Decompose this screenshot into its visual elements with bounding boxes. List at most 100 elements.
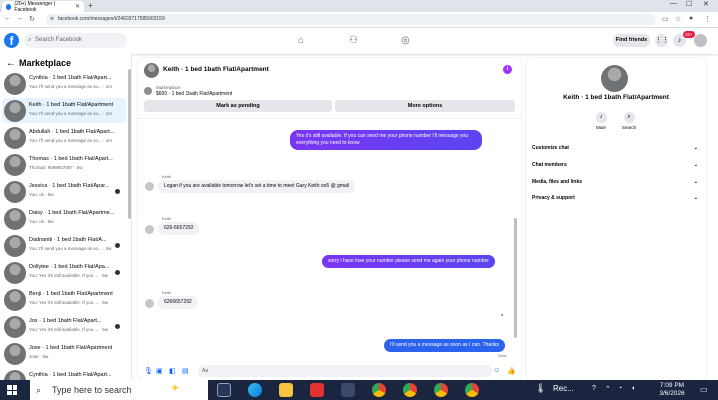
chat-members-section[interactable]: Chat members ⌄	[532, 162, 700, 168]
cast-icon[interactable]: ▭	[662, 15, 669, 23]
chat-row[interactable]: Dadnaniti · 1 bed 1bath Flat/A... You: I'…	[2, 233, 126, 258]
bookmark-star-icon[interactable]: ☆	[675, 15, 681, 23]
browser-tab[interactable]: (20+) Messenger | Facebook ✕	[2, 1, 84, 13]
sender-name: Keith	[162, 290, 172, 295]
wps-office-icon[interactable]	[310, 383, 324, 397]
chat-avatar	[4, 73, 26, 95]
facebook-logo-icon[interactable]: f	[4, 33, 19, 48]
reload-icon[interactable]: ↻	[29, 15, 35, 23]
volume-icon[interactable]: ◖	[631, 385, 635, 392]
menu-icon[interactable]: ⋮	[704, 15, 711, 23]
chrome-icon[interactable]	[372, 383, 386, 397]
chrome-icon[interactable]	[434, 383, 448, 397]
bell-icon: ♪	[595, 112, 607, 123]
mail-icon[interactable]	[341, 383, 355, 397]
gif-icon[interactable]: ▤	[182, 367, 189, 375]
chat-name: Daisy · 1 bed 1bath Flat/Apartme...	[29, 210, 115, 216]
conversation-header: Keith · 1 bed 1bath Flat/Apartment i	[138, 58, 521, 83]
maximize-icon[interactable]: ☐	[686, 0, 692, 8]
more-options-button[interactable]: More options	[335, 100, 515, 112]
conversation-scrollbar[interactable]	[514, 218, 517, 338]
site-info-icon[interactable]: ⊜	[50, 14, 54, 25]
chat-row[interactable]: Jos · 1 bed 1bath Flat/Apart... You: Yes …	[2, 314, 126, 339]
sticker-icon[interactable]: ◧	[169, 367, 176, 375]
outgoing-message[interactable]: I'll send you a message as soon as I can…	[384, 339, 505, 352]
thermometer-icon[interactable]: 🌡	[535, 383, 546, 394]
chat-row[interactable]: Daisy · 1 bed 1bath Flat/Apartme... You: …	[2, 206, 126, 231]
chat-name: Dollytee · 1 bed 1bath Flat/Apa...	[29, 264, 110, 270]
chrome-icon[interactable]	[403, 383, 417, 397]
chat-row[interactable]: Cynthia · 1 bed 1bath Flat/Apart...	[2, 368, 126, 380]
chat-preview: You: ok · 5w	[29, 219, 54, 224]
close-tab-icon[interactable]: ✕	[75, 3, 80, 10]
chat-row[interactable]: Jose · 1 bed 1bath Flat/Apartment Jose · …	[2, 341, 126, 366]
profile-icon[interactable]: ●	[689, 15, 693, 22]
groups-icon[interactable]: ⚇	[349, 35, 358, 46]
chat-row[interactable]: Jessica · 1 bed 1bath Flat/Apar... You: o…	[2, 179, 126, 204]
like-thumb-icon[interactable]: 👍	[507, 367, 516, 375]
sender-avatar	[145, 182, 154, 191]
message-input[interactable]: Aa	[198, 365, 492, 377]
search-icon: ⌕	[36, 385, 42, 395]
help-icon[interactable]: ?	[592, 385, 596, 392]
read-receipt-avatar	[115, 324, 120, 329]
photo-icon[interactable]: ▣	[156, 367, 163, 375]
task-view-icon[interactable]	[217, 383, 231, 397]
chrome-icon[interactable]	[465, 383, 479, 397]
customize-chat-section[interactable]: Customize chat ⌄	[532, 145, 700, 151]
forward-icon[interactable]: →	[16, 15, 23, 22]
facebook-search-input[interactable]: ⌕ Search Facebook	[24, 33, 127, 48]
search-highlight-icon[interactable]: ✦	[170, 381, 180, 395]
emoji-icon[interactable]: ☺	[493, 367, 500, 374]
apps-menu-icon[interactable]: ⋮⋮	[655, 34, 669, 47]
notification-center-icon[interactable]: ▭	[700, 385, 708, 394]
incoming-message[interactable]: Logan if you are available tomorrow let'…	[158, 180, 356, 193]
taskbar-clock[interactable]: 7:09 PM 3/6/2026	[652, 382, 692, 398]
search-conversation-button[interactable]: ⌕ Search	[619, 112, 639, 130]
account-avatar[interactable]	[694, 34, 707, 47]
incoming-message[interactable]: 626-6657292	[158, 222, 200, 235]
windows-start-icon[interactable]	[7, 385, 17, 395]
conversation-avatar[interactable]	[144, 63, 159, 78]
contact-avatar[interactable]	[601, 65, 628, 92]
chat-row[interactable]: Dollytee · 1 bed 1bath Flat/Apa... You: Y…	[2, 260, 126, 285]
edge-browser-icon[interactable]	[248, 383, 262, 397]
conversation-info-icon[interactable]: i	[503, 65, 512, 74]
chat-list-scrollbar[interactable]	[128, 69, 131, 219]
mute-button[interactable]: ♪ Mute	[591, 112, 611, 130]
outgoing-message[interactable]: sorry i have lose your number please sen…	[322, 255, 495, 268]
read-receipt-avatar	[115, 189, 120, 194]
chat-name: Cynthia · 1 bed 1bath Flat/Apart...	[29, 372, 112, 378]
incoming-message[interactable]: 6266657292	[158, 296, 198, 309]
facebook-favicon-icon	[6, 3, 12, 10]
mark-as-pending-button[interactable]: Mark as pending	[144, 100, 332, 112]
conversation-title[interactable]: Keith · 1 bed 1bath Flat/Apartment	[163, 66, 269, 73]
file-explorer-icon[interactable]	[279, 383, 293, 397]
outgoing-message[interactable]: Yes it's still available. If you can sen…	[290, 130, 482, 150]
chat-row[interactable]: Cynthia · 1 bed 1bath Flat/Apart... You: …	[2, 71, 126, 96]
wifi-icon[interactable]: ◔	[618, 385, 622, 392]
sender-name: Keith	[162, 216, 172, 221]
chat-row[interactable]: Thomas · 1 bed 1bath Flat/Apart... Thomas…	[2, 152, 126, 177]
find-friends-button[interactable]: Find friends	[613, 34, 650, 47]
search-label: Search	[621, 125, 637, 130]
media-files-links-section[interactable]: Media, files and links ⌄	[532, 179, 700, 185]
chat-row[interactable]: Benji · 1 bed 1bath Flat/Apartment You: Y…	[2, 287, 126, 312]
tray-label[interactable]: Rec...	[553, 384, 574, 393]
back-icon[interactable]: ←	[4, 15, 11, 22]
privacy-support-section[interactable]: Privacy & support ⌄	[532, 195, 700, 201]
taskbar-search-box[interactable]: ⌕ Type here to search	[30, 380, 208, 400]
chat-row[interactable]: Keith · 1 bed 1bath Flat/Apartment You: I…	[2, 98, 126, 123]
back-arrow-icon[interactable]: ←	[6, 58, 16, 69]
chevron-down-icon: ⌄	[693, 162, 698, 168]
microphone-icon[interactable]: 🎙	[144, 367, 153, 375]
url-field[interactable]: ⊜ facebook.com/messages/t/24603717585903…	[46, 14, 656, 25]
home-icon[interactable]: ⌂	[298, 35, 304, 46]
close-window-icon[interactable]: ✕	[703, 0, 709, 8]
chat-row[interactable]: Abdullah · 1 bed 1bath Flat/Apart... You:…	[2, 125, 126, 150]
new-tab-button[interactable]: +	[88, 1, 93, 10]
show-hidden-icons-icon[interactable]: ⌃	[605, 385, 611, 393]
gaming-icon[interactable]: ◎	[401, 35, 410, 46]
minimize-icon[interactable]: —	[670, 0, 677, 7]
chat-avatar	[4, 235, 26, 257]
